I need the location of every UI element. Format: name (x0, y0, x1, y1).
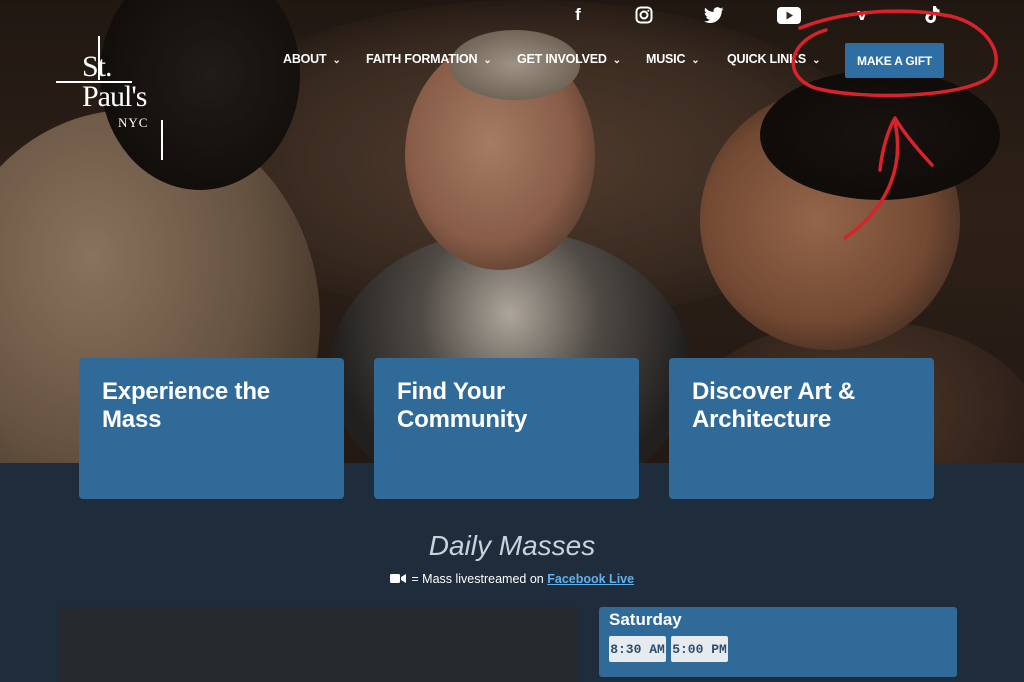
card-experience-mass[interactable]: Experience the Mass (79, 358, 344, 499)
chevron-down-icon: ⌄ (483, 55, 492, 66)
card-find-community[interactable]: Find Your Community (374, 358, 639, 499)
site-logo[interactable]: St. Paul's NYC (56, 30, 186, 160)
twitter-icon[interactable] (702, 4, 726, 26)
logo-line-1: St. (82, 50, 113, 83)
logo-line-2: Paul's (82, 80, 147, 113)
instagram-icon[interactable] (632, 4, 656, 26)
nav-faith-formation[interactable]: FAITH FORMATION ⌄ (366, 52, 492, 66)
daily-masses-title: Daily Masses (428, 530, 596, 561)
card-discover-art[interactable]: Discover Art & Architecture (669, 358, 934, 499)
mass-time-badge[interactable]: 8:30 AM (609, 636, 666, 662)
nav-get-involved[interactable]: GET INVOLVED ⌄ (517, 52, 621, 66)
youtube-icon[interactable] (777, 4, 801, 26)
mass-video-panel (57, 607, 577, 682)
tiktok-icon[interactable] (920, 4, 944, 26)
card-title: Experience the Mass (102, 378, 270, 433)
facebook-live-link[interactable]: Facebook Live (547, 572, 634, 586)
video-camera-icon (389, 573, 406, 587)
nav-music[interactable]: MUSIC ⌄ (646, 52, 700, 66)
nav-quick-links[interactable]: QUICK LINKS ⌄ (727, 52, 820, 66)
logo-line-3: NYC (118, 115, 149, 130)
vimeo-icon[interactable]: v (850, 4, 874, 26)
make-a-gift-button[interactable]: MAKE A GIFT (845, 43, 944, 78)
schedule-card: Saturday 8:30 AM 5:00 PM (599, 607, 957, 677)
chevron-down-icon: ⌄ (812, 55, 821, 66)
facebook-icon[interactable]: f (566, 4, 590, 26)
chevron-down-icon: ⌄ (691, 55, 700, 66)
livestream-note-text: = Mass livestreamed on (411, 572, 544, 586)
nav-about[interactable]: ABOUT ⌄ (283, 52, 341, 66)
livestream-note: = Mass livestreamed on Facebook Live (0, 572, 1024, 587)
mass-time-badge[interactable]: 5:00 PM (671, 636, 728, 662)
page: St. Paul's NYC f v ABOUT ⌄ FAITH FORMATIO… (0, 0, 1024, 682)
chevron-down-icon: ⌄ (332, 55, 341, 66)
chevron-down-icon: ⌄ (612, 55, 621, 66)
card-title: Find Your Community (397, 378, 528, 433)
card-title: Discover Art & Architecture (692, 378, 856, 433)
schedule-day: Saturday (609, 610, 682, 629)
